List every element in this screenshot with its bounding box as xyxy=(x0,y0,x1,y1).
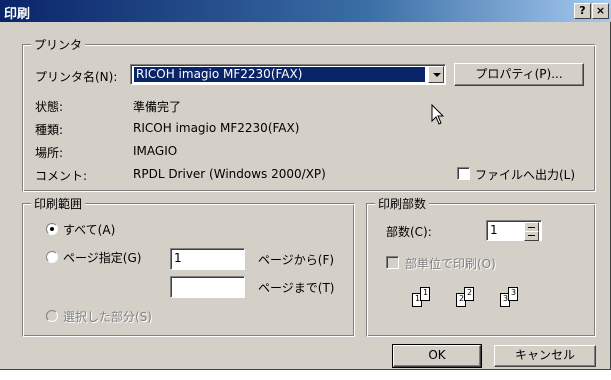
printer-name-label: プリンタ名(N): xyxy=(35,70,118,84)
print-to-file-label[interactable]: ファイルへ出力(L) xyxy=(475,166,575,183)
location-value: IMAGIO xyxy=(133,144,178,158)
mouse-cursor-icon xyxy=(431,104,445,125)
copies-legend: 印刷部数 xyxy=(375,195,430,212)
cancel-button[interactable]: キャンセル xyxy=(494,345,596,367)
copies-count-label: 部数(C): xyxy=(386,225,432,239)
print-dialog: 印刷 ? × プリンタ プリンタ名(N): RICOH imagio MF223… xyxy=(0,0,611,370)
properties-button[interactable]: プロパティ(P)... xyxy=(454,63,584,86)
print-range-legend: 印刷範囲 xyxy=(31,195,86,212)
title-bar: 印刷 ? × xyxy=(0,0,611,22)
range-all-label[interactable]: すべて(A) xyxy=(63,221,115,238)
comment-value: RPDL Driver (Windows 2000/XP) xyxy=(133,167,326,181)
pages-to-input[interactable] xyxy=(170,276,245,298)
range-selection-radio[interactable] xyxy=(46,310,58,322)
range-pages-radio[interactable] xyxy=(46,251,58,263)
range-all-radio[interactable] xyxy=(46,223,58,235)
comment-label: コメント: xyxy=(35,169,88,183)
status-value: 準備完了 xyxy=(133,100,182,114)
ok-button[interactable]: OK xyxy=(392,344,482,368)
pages-to-label: ページまで(T) xyxy=(258,281,335,295)
printer-name-select[interactable]: RICOH imagio MF2230(FAX) xyxy=(130,64,446,85)
collate-page: 1 xyxy=(420,287,430,301)
type-label: 種類: xyxy=(35,123,64,137)
collate-page: 2 xyxy=(464,287,474,301)
location-label: 場所: xyxy=(35,146,64,160)
chevron-down-icon[interactable] xyxy=(428,66,444,83)
collate-checkbox[interactable] xyxy=(386,256,399,269)
pages-from-label: ページから(F) xyxy=(258,253,335,267)
range-selection-label[interactable]: 選択した部分(S) xyxy=(63,308,152,325)
printer-group-legend: プリンタ xyxy=(31,36,86,53)
window-title: 印刷 xyxy=(4,7,31,22)
status-label: 状態: xyxy=(35,100,64,114)
range-pages-label[interactable]: ページ指定(G) xyxy=(63,249,141,266)
collate-page: 3 xyxy=(508,287,518,301)
printer-name-value: RICOH imagio MF2230(FAX) xyxy=(133,66,426,83)
print-to-file-checkbox[interactable] xyxy=(457,167,470,180)
help-button[interactable]: ? xyxy=(574,3,591,19)
type-value: RICOH imagio MF2230(FAX) xyxy=(133,121,300,135)
spin-down-icon[interactable] xyxy=(524,231,539,241)
close-button[interactable]: × xyxy=(592,3,609,19)
pages-from-input[interactable]: 1 xyxy=(170,248,245,270)
collate-label[interactable]: 部単位で印刷(O) xyxy=(405,255,496,272)
